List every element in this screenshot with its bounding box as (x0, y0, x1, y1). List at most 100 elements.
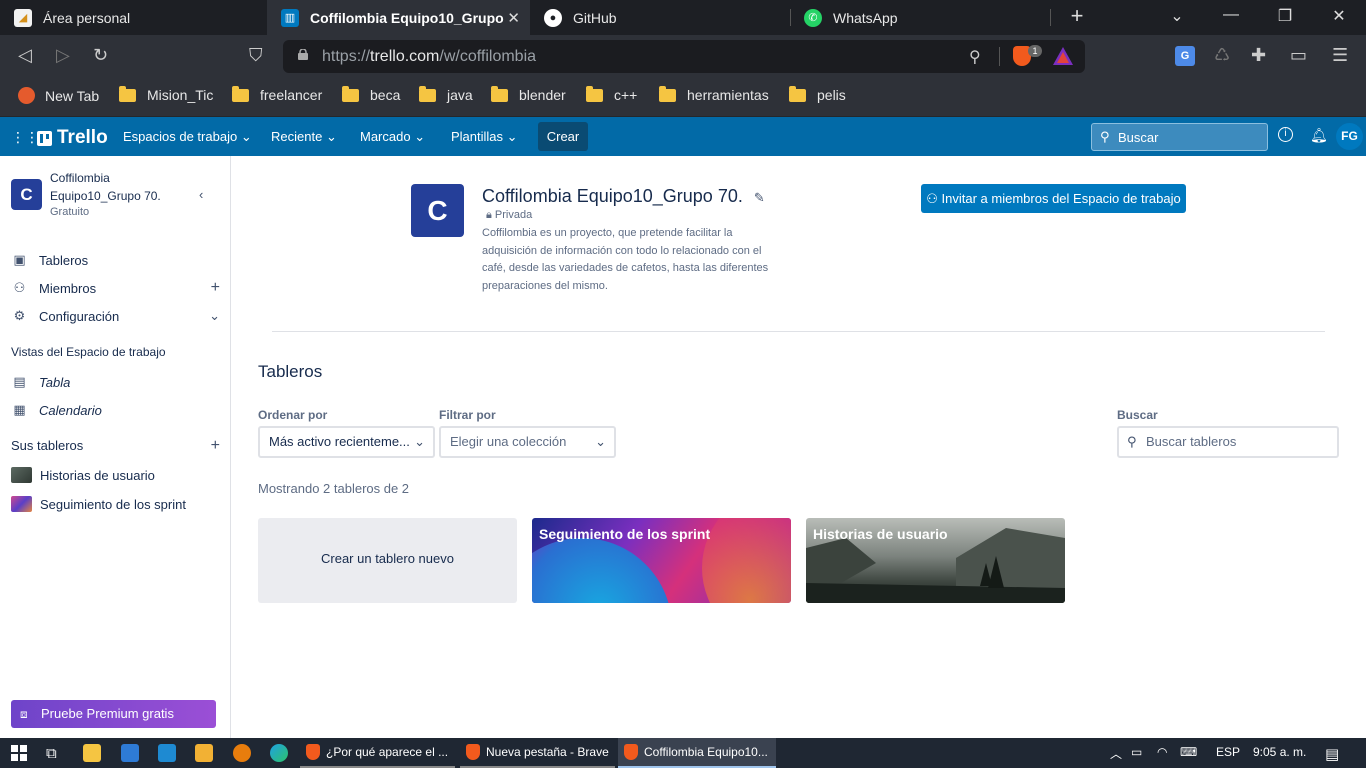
board-search-input[interactable]: ⚲ Buscar tableros (1117, 426, 1339, 458)
menu-templates[interactable]: Plantillas ⌄ (451, 129, 518, 145)
board-tile-seguimiento[interactable]: Seguimiento de los sprint (532, 518, 791, 603)
your-boards-heading: Sus tableros + (11, 436, 220, 455)
chevron-up-icon[interactable]: ︿ (1110, 745, 1122, 762)
keyboard-icon[interactable]: ⌨ (1180, 745, 1197, 759)
collapse-sidebar-icon[interactable]: ‹ (199, 187, 203, 202)
menu-icon[interactable]: ☰ (1332, 45, 1348, 66)
menu-starred[interactable]: Marcado ⌄ (360, 129, 425, 145)
wifi-icon[interactable]: ◠ (1157, 745, 1167, 759)
folder-icon (659, 85, 676, 102)
forward-icon[interactable]: ▷ (56, 45, 70, 66)
lock-icon (298, 49, 308, 60)
bookmark-folder-java[interactable]: java (419, 85, 473, 103)
moodle-icon: ◢ (14, 8, 32, 27)
taskbar-window-3[interactable]: Coffilombia Equipo10... (618, 738, 776, 768)
folder-icon (342, 85, 359, 102)
zoom-icon[interactable]: ⚲ (969, 47, 981, 67)
folder-icon (119, 85, 136, 102)
close-window-icon[interactable]: ✕ (1327, 6, 1351, 26)
new-tab-button[interactable]: + (1065, 3, 1089, 29)
board-tile-historias[interactable]: Historias de usuario (806, 518, 1065, 603)
bookmark-folder-cpp[interactable]: c++ (586, 85, 638, 103)
sidebar-item-table[interactable]: ▤ Tabla (11, 374, 70, 390)
url-divider (999, 47, 1000, 66)
create-button[interactable]: Crear (538, 122, 588, 151)
brave-rewards-icon[interactable] (1053, 47, 1073, 65)
sidebar-board-historias[interactable]: Historias de usuario (11, 467, 155, 483)
bookmark-label: blender (519, 87, 566, 103)
sidebar-item-settings[interactable]: ⚙ Configuración ⌄ (11, 308, 220, 324)
taskbar-window-2[interactable]: Nueva pestaña - Brave (460, 738, 615, 768)
blender-icon[interactable] (233, 744, 251, 762)
bookmark-folder-mision-tic[interactable]: Mision_Tic (119, 85, 214, 103)
bell-icon[interactable]: 🔔︎ (1310, 127, 1328, 144)
filter-select[interactable]: Elegir una colección ⌄ (439, 426, 616, 458)
language-indicator[interactable]: ESP (1216, 745, 1240, 759)
bookmark-folder-freelancer[interactable]: freelancer (232, 85, 322, 103)
create-board-tile[interactable]: Crear un tablero nuevo (258, 518, 517, 603)
bookmark-new-tab[interactable]: New Tab (18, 87, 99, 104)
sidebar-item-calendar[interactable]: ▦ Calendario (11, 402, 102, 418)
bookmark-folder-herramientas[interactable]: herramientas (659, 85, 769, 103)
translate-icon[interactable]: G (1175, 46, 1195, 66)
bookmark-folder-pelis[interactable]: pelis (789, 85, 846, 103)
address-bar[interactable]: https://trello.com/w/coffilombia ⚲ 1 (283, 40, 1085, 73)
url-text: https://trello.com/w/coffilombia (322, 48, 537, 65)
tab-label: Coffilombia Equipo10_Grupo 7 (310, 9, 506, 26)
calculator-icon[interactable] (195, 744, 213, 762)
reload-icon[interactable]: ↻ (93, 45, 108, 66)
tab-coffilombia[interactable]: ▥ Coffilombia Equipo10_Grupo 7 ✕ (267, 0, 530, 35)
vscode-icon[interactable] (158, 744, 176, 762)
windows-start-icon[interactable] (11, 745, 27, 761)
premium-trial-button[interactable]: ⧈ Pruebe Premium gratis (11, 700, 216, 728)
whatsapp-icon: ✆ (804, 8, 822, 27)
wallet-icon[interactable]: ▭ (1290, 45, 1307, 66)
brave-icon (306, 744, 320, 760)
minimize-icon[interactable]: — (1219, 6, 1243, 24)
avatar[interactable]: FG (1336, 123, 1363, 150)
task-view-icon[interactable]: ⧉ (46, 745, 57, 762)
sort-select[interactable]: Más activo recienteme... ⌄ (258, 426, 435, 458)
trello-logo[interactable]: Trello (37, 127, 108, 149)
bookmark-label: c++ (614, 87, 638, 103)
tab-github[interactable]: ● GitHub (530, 0, 790, 35)
recycle-icon[interactable]: ♺ (1214, 45, 1230, 66)
brave-icon (466, 744, 480, 760)
header-search-input[interactable]: ⚲ Buscar (1091, 123, 1268, 151)
restore-icon[interactable]: ❐ (1273, 6, 1297, 26)
sidebar-item-boards[interactable]: ▣ Tableros (11, 252, 88, 268)
mail-icon[interactable] (121, 744, 139, 762)
close-tab-icon[interactable]: ✕ (507, 9, 520, 27)
sidebar-item-members[interactable]: ⚇ Miembros + (11, 279, 220, 297)
invite-members-button[interactable]: ⚇ Invitar a miembros del Espacio de trab… (921, 184, 1186, 213)
visibility-label: 🔒︎ Privada (486, 209, 533, 221)
clock[interactable]: 9:05 a. m. (1253, 745, 1306, 759)
chevron-down-icon[interactable]: ⌄ (1165, 6, 1189, 26)
chevron-down-icon: ⌄ (240, 129, 252, 144)
tab-area-personal[interactable]: ◢ Área personal (0, 0, 267, 35)
workspace-name[interactable]: Coffilombia Equipo10_Grupo 70. (50, 169, 161, 205)
bookmark-icon[interactable]: ⛉ (249, 45, 263, 66)
bookmark-folder-beca[interactable]: beca (342, 85, 400, 103)
extensions-icon[interactable]: ✚ (1251, 45, 1266, 66)
info-icon[interactable]: i (1278, 127, 1293, 142)
notifications-icon[interactable]: ▤ (1325, 745, 1339, 763)
edge-icon[interactable] (270, 744, 288, 762)
sidebar-board-seguimiento[interactable]: Seguimiento de los sprint (11, 496, 186, 512)
premium-icon: ⧈ (20, 707, 28, 721)
bookmark-label: Mision_Tic (147, 87, 214, 103)
menu-recent[interactable]: Reciente ⌄ (271, 129, 337, 145)
workspace-plan: Gratuito (50, 206, 90, 218)
board-search-label: Buscar (1117, 408, 1158, 422)
taskbar-window-1[interactable]: ¿Por qué aparece el ... (300, 738, 455, 768)
battery-icon[interactable]: ▭ (1131, 745, 1142, 759)
file-explorer-icon[interactable] (83, 744, 101, 762)
workspace-tile[interactable]: C (11, 179, 42, 210)
back-icon[interactable]: ◁ (18, 45, 32, 66)
edit-pencil-icon[interactable]: ✎ (754, 190, 765, 205)
add-member-icon[interactable]: + (211, 279, 220, 297)
menu-workspaces[interactable]: Espacios de trabajo ⌄ (123, 129, 252, 145)
add-board-icon[interactable]: + (211, 437, 220, 455)
bookmark-folder-blender[interactable]: blender (491, 85, 566, 103)
tab-whatsapp[interactable]: ✆ WhatsApp (790, 0, 1050, 35)
